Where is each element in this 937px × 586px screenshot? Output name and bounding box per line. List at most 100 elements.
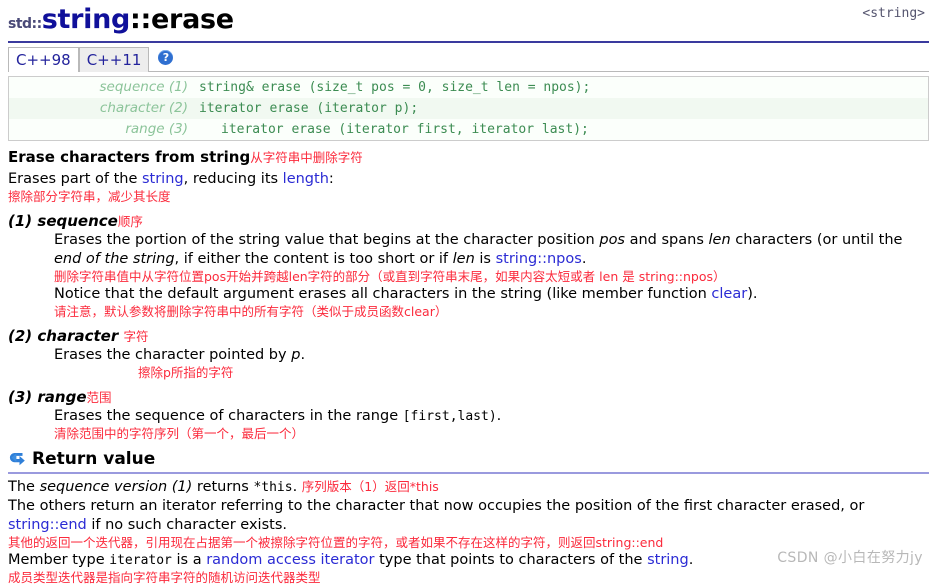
link-string-end[interactable]: string::end <box>8 517 87 533</box>
rv-line4-end: . <box>688 552 694 568</box>
section-body-sequence: Erases the portion of the string value t… <box>8 231 929 269</box>
signature-label: character (2) <box>9 98 199 119</box>
intro-mid: , reducing its <box>183 171 283 187</box>
body-part: , if either the content is too short or … <box>174 251 453 267</box>
body-part: characters (or until the <box>730 232 903 248</box>
signature-row: range (3) iterator erase (iterator first… <box>9 119 928 140</box>
rv-post: . <box>292 479 298 495</box>
section-body-range: Erases the sequence of characters in the… <box>8 407 929 426</box>
signature-code: string& erase (size_t pos = 0, size_t le… <box>199 80 591 95</box>
body-part: Erases the portion of the string value t… <box>54 232 600 248</box>
link-length[interactable]: length <box>283 171 329 187</box>
rv-mid: returns <box>192 479 254 495</box>
return-line-2: The others return an iterator referring … <box>8 498 865 514</box>
type-iterator: iterator <box>109 553 172 568</box>
section-body-character-zh: 擦除p所指的字符 <box>138 365 234 380</box>
link-string-npos[interactable]: string::npos <box>496 251 582 267</box>
body-pre: Erases the sequence of characters in the… <box>54 408 403 424</box>
page-root: std::string::erase <string> C++98 C++11? … <box>0 0 937 585</box>
phrase-end-of-string: end of the string <box>54 251 175 267</box>
body-part: . <box>581 251 587 267</box>
return-line-1: The sequence version (1) returns *this. … <box>8 477 929 497</box>
signature-label-text: character <box>99 100 165 116</box>
link-string[interactable]: string <box>647 552 689 568</box>
section-name: range <box>37 388 87 406</box>
param-len: len <box>708 232 731 248</box>
rv-pre: The <box>8 479 40 495</box>
section-note-sequence-zh: 请注意，默认参数将删除字符串中的所有字符（类似于成员函数clear） <box>54 304 448 319</box>
section-name: sequence <box>37 212 118 230</box>
signature-panel: sequence (1) string& erase (size_t pos =… <box>8 76 929 141</box>
note-pre: Notice that the default argument erases … <box>54 286 712 302</box>
standard-version-tabs: C++98 C++11? <box>8 46 929 72</box>
section-heading-sequence: (1) sequence顺序 <box>8 212 929 231</box>
description-heading-zh: 从字符串中删除字符 <box>250 150 363 165</box>
title-namespace: std:: <box>8 16 42 32</box>
description-intro-zh: 擦除部分字符串，减少其长度 <box>8 189 171 204</box>
title-member: ::erase <box>130 4 234 35</box>
body-post: . <box>496 408 502 424</box>
signature-number: (2) <box>168 100 188 116</box>
signature-number: (3) <box>168 121 188 137</box>
signature-number: (1) <box>168 79 188 95</box>
return-value-heading: Return value <box>8 448 929 470</box>
return-value-divider <box>8 472 929 474</box>
section-name: character <box>37 327 119 345</box>
section-name-zh: 范围 <box>86 390 112 405</box>
rv-line3-post: if no such character exists. <box>86 517 287 533</box>
section-name-zh: 字符 <box>123 329 149 344</box>
description-section: Erase characters from string从字符串中删除字符 Er… <box>0 148 937 442</box>
section-note-sequence: Notice that the default argument erases … <box>8 285 929 304</box>
title-class: string <box>41 4 131 35</box>
return-line-4-zh: 成员类型迭代器是指向字符串字符的随机访问迭代器类型 <box>8 570 321 585</box>
body-part: and spans <box>625 232 709 248</box>
rv-line4-mid: is a <box>171 552 207 568</box>
help-icon[interactable]: ? <box>158 50 174 65</box>
page-header: std::string::erase <string> <box>0 0 937 38</box>
section-body-range-zh: 清除范围中的字符序列（第一个，最后一个） <box>54 426 305 441</box>
include-header-label: <string> <box>862 6 925 21</box>
signature-code: iterator erase (iterator p); <box>199 101 419 116</box>
signature-label-text: range <box>125 121 165 137</box>
range-notation: [first,last) <box>402 409 497 424</box>
section-body-character: Erases the character pointed by p. <box>8 346 929 365</box>
body-pre: Erases the character pointed by <box>54 347 292 363</box>
return-line-3: string::end if no such character exists. <box>8 516 929 535</box>
return-value-heading-text: Return value <box>32 449 156 469</box>
link-random-access-iterator[interactable]: random access iterator <box>206 552 374 568</box>
intro-post: : <box>328 171 334 187</box>
section-heading-character: (2) character 字符 <box>8 327 929 346</box>
signature-code: iterator erase (iterator first, iterator… <box>221 122 589 137</box>
note-post: ). <box>747 286 758 302</box>
section-number: (3) <box>8 388 33 406</box>
signature-label-text: sequence <box>99 79 165 95</box>
section-body-sequence-zh: 删除字符串值中从字符位置pos开始并跨越len字符的部分（或直到字符串末尾，如果… <box>54 269 726 284</box>
link-clear[interactable]: clear <box>711 286 747 302</box>
description-intro: Erases part of the string, reducing its … <box>8 170 929 189</box>
param-pos: pos <box>599 232 625 248</box>
param-len: len <box>452 251 475 267</box>
signature-row: sequence (1) string& erase (size_t pos =… <box>9 77 928 98</box>
section-number: (1) <box>8 212 33 230</box>
page-title: std::string::erase <box>8 4 927 40</box>
body-post: . <box>300 347 306 363</box>
return-value-section: Return value <box>0 448 937 474</box>
link-string[interactable]: string <box>142 171 184 187</box>
tab-cpp11[interactable]: C++11 <box>78 47 150 72</box>
description-heading-en: Erase characters from string <box>8 148 251 166</box>
return-arrow-icon <box>8 451 27 468</box>
return-line-1-zh: 序列版本（1）返回*this <box>301 479 439 494</box>
rv-line4-pre: Member type <box>8 552 110 568</box>
rv-line4-post: type that points to characters of the <box>374 552 648 568</box>
rv-sequence-version: sequence version (1) <box>39 479 193 495</box>
signature-row: character (2) iterator erase (iterator p… <box>9 98 928 119</box>
intro-pre: Erases part of the <box>8 171 142 187</box>
rv-this: *this <box>253 480 293 495</box>
section-number: (2) <box>8 327 33 345</box>
body-part: is <box>474 251 496 267</box>
return-value-body: The sequence version (1) returns *this. … <box>0 477 937 586</box>
signature-label: range (3) <box>9 119 199 140</box>
signature-label: sequence (1) <box>9 77 199 98</box>
section-heading-range: (3) range范围 <box>8 388 929 407</box>
tab-cpp98[interactable]: C++98 <box>8 47 79 72</box>
